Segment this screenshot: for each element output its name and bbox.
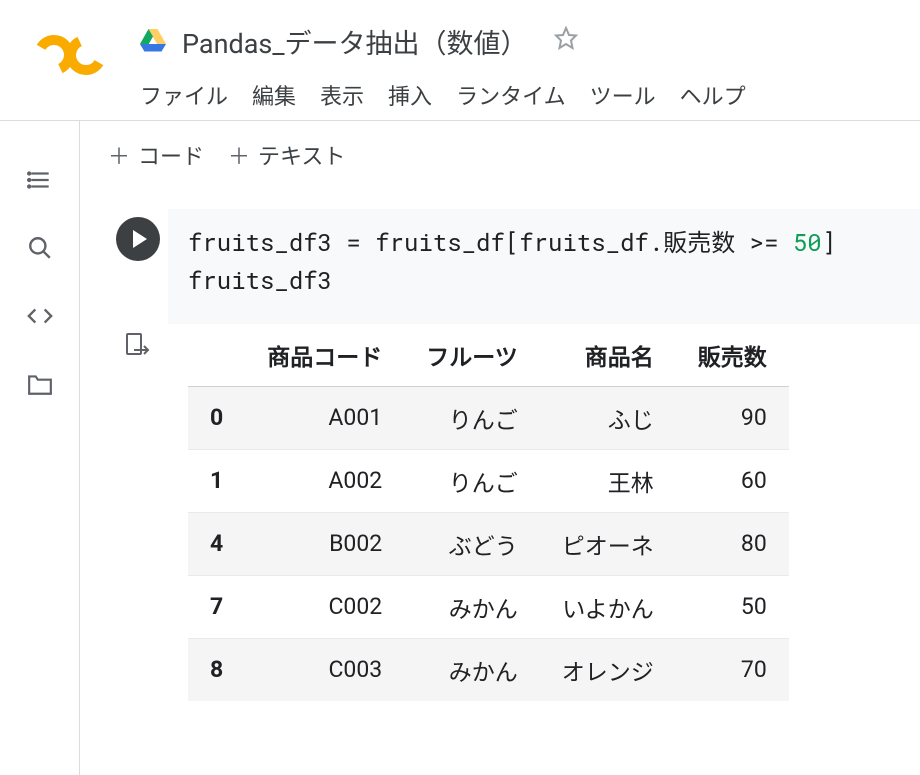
table-row: 8C003みかんオレンジ70 [188, 638, 789, 701]
play-icon [133, 230, 147, 248]
table-cell: B002 [245, 512, 404, 575]
table-cell: 70 [676, 638, 789, 701]
column-header: 販売数 [676, 324, 789, 387]
table-cell: いよかん [540, 575, 676, 638]
table-cell: みかん [404, 638, 540, 701]
plus-icon: ＋ [108, 139, 130, 171]
menu-insert[interactable]: 挿入 [388, 79, 432, 111]
output-indicator-icon[interactable] [125, 332, 151, 721]
table-cell: ぶどう [404, 512, 540, 575]
table-header-row: 商品コード フルーツ 商品名 販売数 [188, 324, 789, 387]
left-sidebar [0, 121, 80, 775]
table-row: 1A002りんご王林60 [188, 449, 789, 512]
cell-toolbar: ＋ コード ＋ テキスト [80, 121, 920, 189]
menu-help[interactable]: ヘルプ [680, 79, 746, 111]
header: Pandas_データ抽出（数値） ファイル 編集 表示 挿入 ランタイム ツール… [0, 0, 920, 120]
table-cell: 90 [676, 386, 789, 449]
add-text-label: テキスト [258, 139, 345, 171]
code-snippets-icon[interactable] [26, 302, 54, 330]
output-area: 商品コード フルーツ 商品名 販売数 0A001りんごふじ901A002りんご王… [80, 324, 920, 721]
code-editor[interactable]: fruits_df3 = fruits_df[fruits_df.販売数 >= … [188, 223, 900, 300]
table-cell: オレンジ [540, 638, 676, 701]
table-row: 4B002ぶどうピオーネ80 [188, 512, 789, 575]
column-header: フルーツ [404, 324, 540, 387]
table-cell: 王林 [540, 449, 676, 512]
table-cell: みかん [404, 575, 540, 638]
column-header: 商品コード [245, 324, 404, 387]
content-area: ＋ コード ＋ テキスト fruits_df3 = fruits_df[frui… [80, 121, 920, 775]
run-button[interactable] [116, 217, 160, 261]
add-text-button[interactable]: ＋ テキスト [228, 139, 345, 171]
colab-logo[interactable] [0, 12, 140, 78]
files-icon[interactable] [26, 370, 54, 398]
dataframe-table: 商品コード フルーツ 商品名 販売数 0A001りんごふじ901A002りんご王… [188, 324, 789, 701]
table-cell: 60 [676, 449, 789, 512]
notebook-title[interactable]: Pandas_データ抽出（数値） [182, 22, 528, 61]
table-row: 7C002みかんいよかん50 [188, 575, 789, 638]
search-icon[interactable] [26, 234, 54, 262]
menu-view[interactable]: 表示 [320, 79, 364, 111]
table-cell: C003 [245, 638, 404, 701]
menu-tools[interactable]: ツール [590, 79, 656, 111]
table-cell: A002 [245, 449, 404, 512]
table-row: 0A001りんごふじ90 [188, 386, 789, 449]
row-index: 0 [188, 386, 245, 449]
table-cell: りんご [404, 386, 540, 449]
drive-icon [140, 28, 166, 56]
column-header: 商品名 [540, 324, 676, 387]
add-code-label: コード [138, 139, 204, 171]
row-index: 7 [188, 575, 245, 638]
add-code-button[interactable]: ＋ コード [108, 139, 204, 171]
plus-icon: ＋ [228, 139, 250, 171]
row-index: 8 [188, 638, 245, 701]
table-cell: C002 [245, 575, 404, 638]
table-cell: 50 [676, 575, 789, 638]
menu-file[interactable]: ファイル [140, 79, 228, 111]
row-index: 4 [188, 512, 245, 575]
table-cell: りんご [404, 449, 540, 512]
table-cell: 80 [676, 512, 789, 575]
code-cell[interactable]: fruits_df3 = fruits_df[fruits_df.販売数 >= … [80, 189, 920, 324]
star-icon[interactable] [554, 26, 578, 57]
table-cell: A001 [245, 386, 404, 449]
menu-bar: ファイル 編集 表示 挿入 ランタイム ツール ヘルプ [140, 79, 920, 111]
menu-edit[interactable]: 編集 [252, 79, 296, 111]
menu-runtime[interactable]: ランタイム [456, 79, 566, 111]
toc-icon[interactable] [26, 166, 54, 194]
index-header [188, 324, 245, 387]
table-cell: ふじ [540, 386, 676, 449]
row-index: 1 [188, 449, 245, 512]
table-cell: ピオーネ [540, 512, 676, 575]
